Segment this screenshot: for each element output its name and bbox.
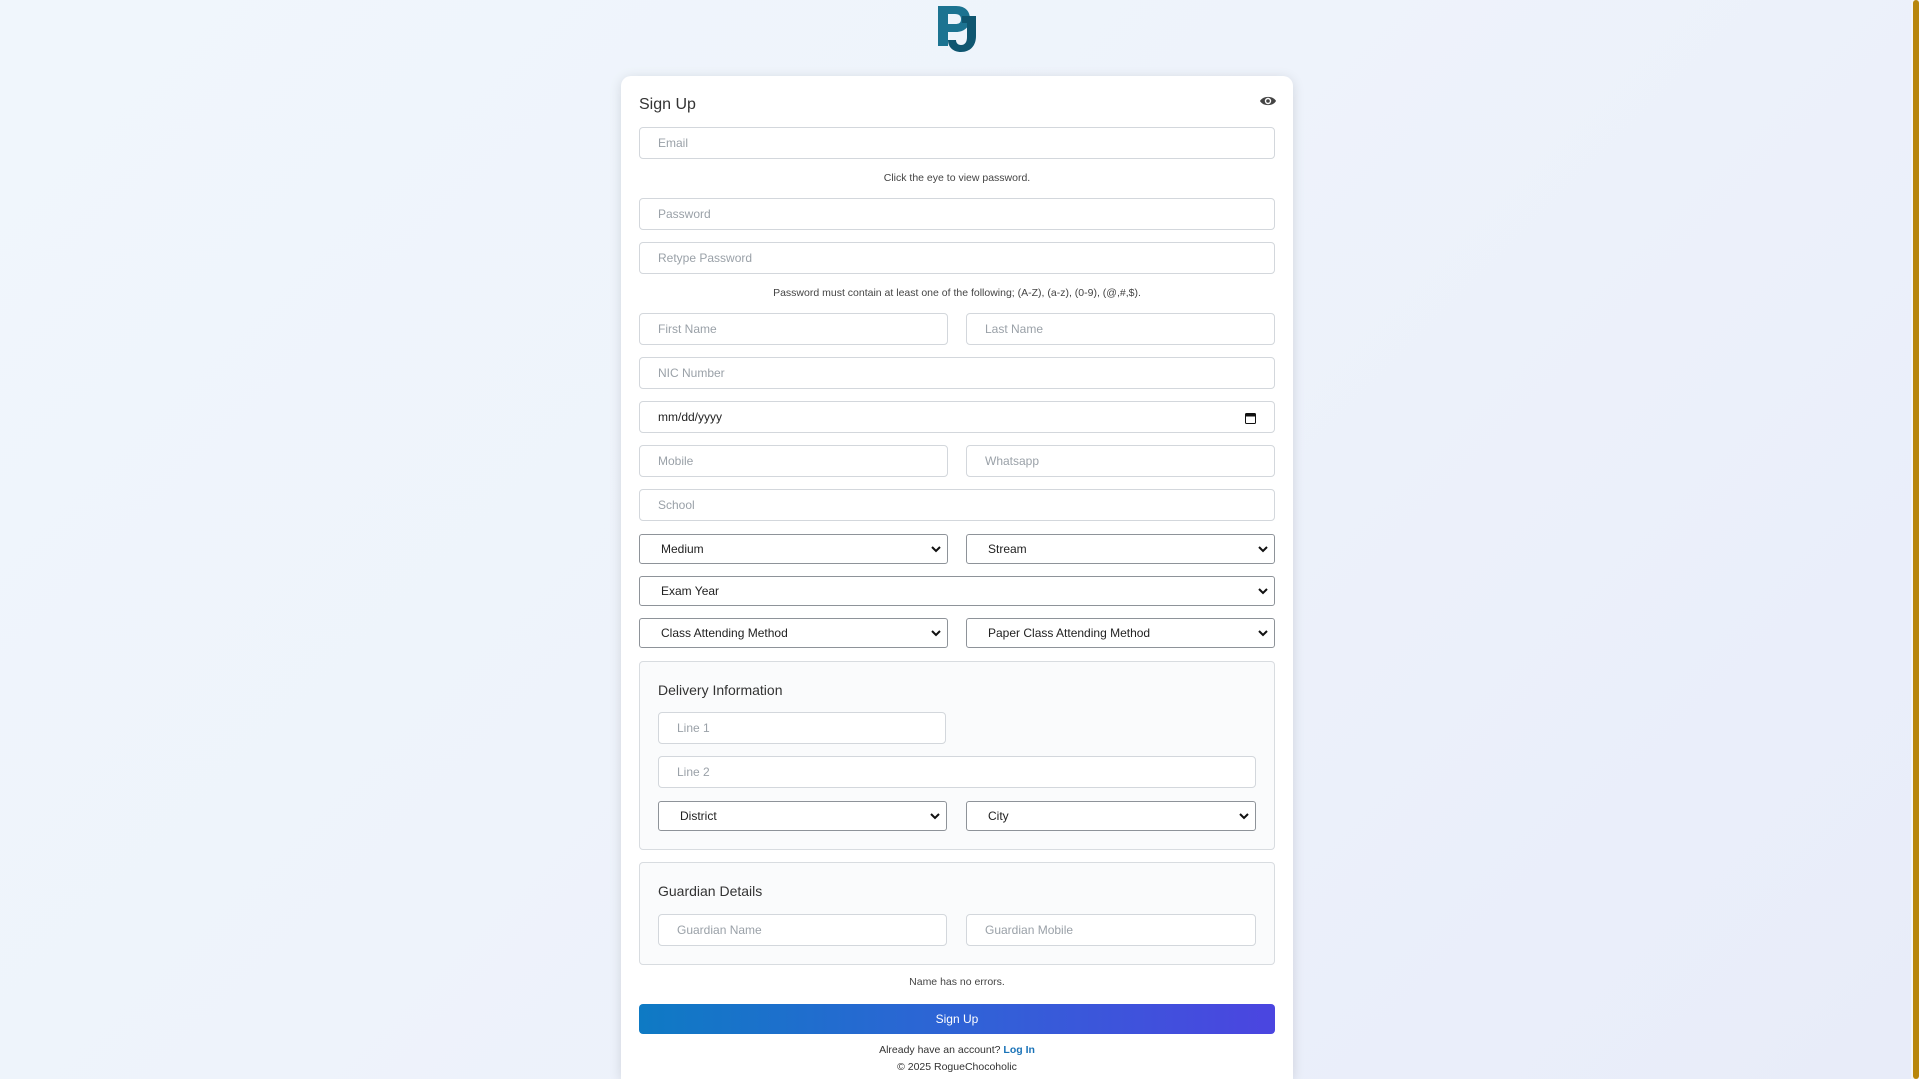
email-field[interactable] xyxy=(639,127,1275,159)
district-select[interactable]: District xyxy=(658,801,947,831)
pj-logo-icon xyxy=(938,6,976,52)
city-select-value: City xyxy=(988,809,1009,823)
paper-method-select-value: Paper Class Attending Method xyxy=(988,626,1151,640)
guardian-section-title: Guardian Details xyxy=(658,883,763,899)
retype-password-field[interactable] xyxy=(639,242,1275,274)
stream-select[interactable]: Stream xyxy=(966,534,1275,564)
first-name-field[interactable] xyxy=(639,313,948,345)
chevron-down-icon xyxy=(930,813,940,820)
validation-status-text: Name has no errors. xyxy=(909,976,1005,988)
calendar-icon[interactable] xyxy=(1245,412,1256,424)
exam-year-select-value: Exam Year xyxy=(661,584,720,598)
mobile-field[interactable] xyxy=(639,445,948,477)
guardian-mobile-field[interactable] xyxy=(966,914,1256,946)
class-attending-method-select[interactable]: Class Attending Method xyxy=(639,618,948,648)
district-select-value: District xyxy=(680,809,717,823)
chevron-down-icon xyxy=(1239,813,1249,820)
paper-class-attending-method-select[interactable]: Paper Class Attending Method xyxy=(966,618,1275,648)
copyright-text: © 2025 RogueChocoholic xyxy=(897,1061,1017,1073)
sign-up-button[interactable]: Sign Up xyxy=(639,1004,1275,1034)
eye-icon[interactable] xyxy=(1259,94,1277,108)
class-method-select-value: Class Attending Method xyxy=(661,626,788,640)
password-field[interactable] xyxy=(639,198,1275,230)
exam-year-select[interactable]: Exam Year xyxy=(639,576,1275,606)
whatsapp-field[interactable] xyxy=(966,445,1275,477)
guardian-name-field[interactable] xyxy=(658,914,947,946)
chevron-down-icon xyxy=(1258,546,1268,553)
last-name-field[interactable] xyxy=(966,313,1275,345)
date-of-birth-field[interactable]: mm/dd/yyyy xyxy=(639,401,1275,433)
delivery-information-section: Delivery Information District City xyxy=(639,661,1275,850)
guardian-details-section: Guardian Details xyxy=(639,862,1275,965)
login-link[interactable]: Log In xyxy=(1003,1044,1035,1056)
medium-select[interactable]: Medium xyxy=(639,534,948,564)
login-prompt-text: Already have an account? xyxy=(879,1044,1001,1056)
page-title: Sign Up xyxy=(639,96,696,113)
signup-card: Sign Up Click the eye to view password. … xyxy=(621,76,1293,1079)
chevron-down-icon xyxy=(1258,630,1268,637)
nic-number-field[interactable] xyxy=(639,357,1275,389)
address-line1-field[interactable] xyxy=(658,712,946,744)
stream-select-value: Stream xyxy=(988,542,1027,556)
scrollbar-thumb[interactable] xyxy=(1913,0,1919,1079)
chevron-down-icon xyxy=(931,630,941,637)
school-field[interactable] xyxy=(639,489,1275,521)
address-line2-field[interactable] xyxy=(658,756,1256,788)
city-select[interactable]: City xyxy=(966,801,1256,831)
chevron-down-icon xyxy=(931,546,941,553)
delivery-section-title: Delivery Information xyxy=(658,682,783,698)
login-prompt: Already have an account? Log In xyxy=(621,1044,1293,1056)
medium-select-value: Medium xyxy=(661,542,704,556)
eye-hint-text: Click the eye to view password. xyxy=(883,172,1031,184)
password-rule-text: Password must contain at least one of th… xyxy=(773,287,1141,299)
date-placeholder: mm/dd/yyyy xyxy=(658,410,723,424)
chevron-down-icon xyxy=(1258,588,1268,595)
